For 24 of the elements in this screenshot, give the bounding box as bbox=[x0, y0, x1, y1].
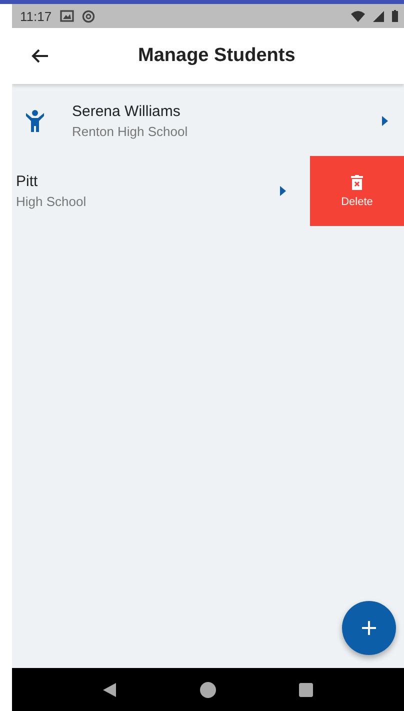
student-school: High School bbox=[16, 194, 88, 209]
back-nav-button[interactable] bbox=[103, 682, 118, 696]
signal-icon bbox=[373, 10, 384, 22]
trash-icon bbox=[351, 174, 363, 190]
image-icon bbox=[60, 10, 74, 22]
student-row[interactable]: Serena Williams Renton High School bbox=[12, 88, 404, 154]
student-name: Serena Williams bbox=[72, 103, 182, 120]
plus-icon bbox=[361, 620, 377, 636]
caret-icon bbox=[382, 116, 388, 126]
battery-icon bbox=[392, 10, 398, 22]
recents-nav-button[interactable] bbox=[298, 682, 313, 696]
student-name: Pitt bbox=[16, 173, 39, 190]
caret-icon bbox=[280, 186, 286, 196]
page-title: Manage Students bbox=[138, 45, 296, 67]
student-row[interactable]: Pitt High School Delete bbox=[12, 158, 404, 224]
circle-icon bbox=[82, 10, 95, 22]
delete-button[interactable]: Delete bbox=[310, 156, 404, 226]
home-nav-button[interactable] bbox=[200, 682, 216, 698]
student-school: Renton High School bbox=[72, 124, 189, 139]
back-arrow-icon bbox=[31, 48, 49, 64]
wifi-icon bbox=[351, 10, 365, 22]
child-icon bbox=[26, 110, 44, 132]
add-button[interactable] bbox=[342, 601, 396, 655]
status-time: 11:17 bbox=[20, 8, 52, 24]
